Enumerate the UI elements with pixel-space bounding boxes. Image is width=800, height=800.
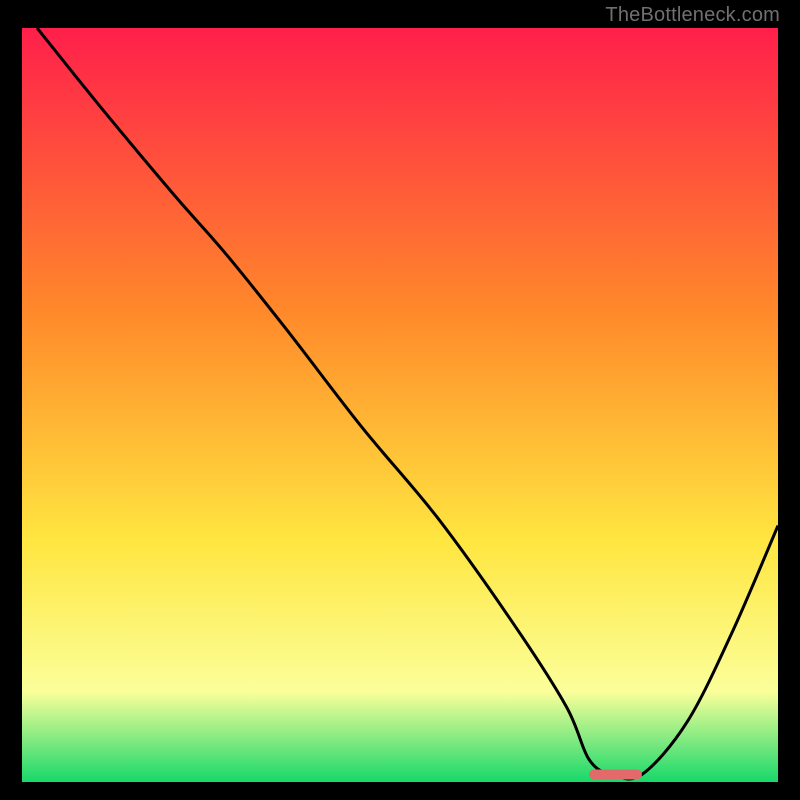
optimal-marker [589, 769, 642, 779]
chart-frame [22, 28, 778, 782]
gradient-background [22, 28, 778, 782]
bottleneck-chart [22, 28, 778, 782]
watermark-text: TheBottleneck.com [605, 4, 780, 27]
